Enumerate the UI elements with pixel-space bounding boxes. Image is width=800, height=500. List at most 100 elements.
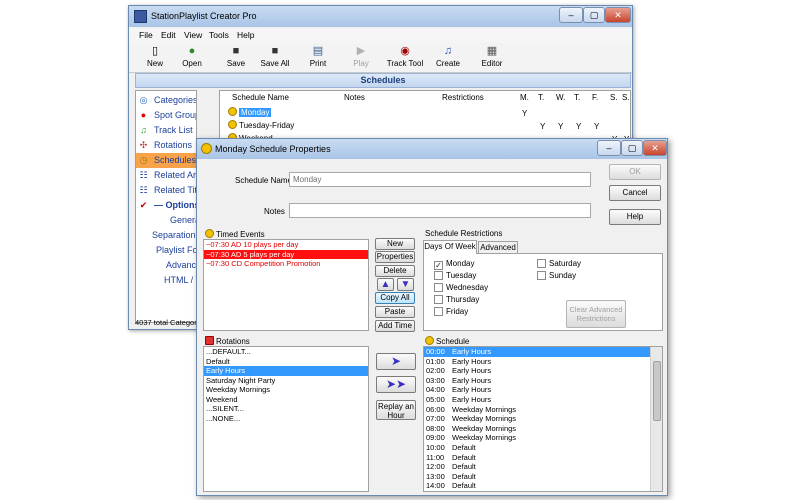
table-row[interactable]: Monday bbox=[228, 107, 272, 119]
new-button[interactable]: ▯ New bbox=[143, 45, 167, 68]
sidebar-item-html[interactable]: HTML / Web bbox=[136, 273, 196, 288]
menu-tools[interactable]: Tools bbox=[209, 30, 229, 40]
column-header-fri[interactable]: F. bbox=[592, 93, 598, 102]
move-up-button[interactable]: ▲ bbox=[377, 278, 394, 291]
column-header-sun[interactable]: S. bbox=[622, 93, 630, 102]
copy-all-button[interactable]: Copy All bbox=[375, 292, 415, 304]
list-item[interactable]: 07:00 Weekday Mornings bbox=[424, 414, 650, 424]
sidebar-item-playlist-format[interactable]: Playlist Format bbox=[136, 243, 196, 258]
column-header-mon[interactable]: M. bbox=[520, 93, 529, 102]
list-item[interactable]: ~07:30 AD 10 plays per day bbox=[204, 240, 368, 250]
schedule-list[interactable]: 00:00 Early Hours 01:00 Early Hours 02:00 E… bbox=[423, 346, 663, 492]
list-item[interactable]: 09:00 Weekday Mornings bbox=[424, 433, 650, 443]
sidebar-item-categories[interactable]: ◎ Categories bbox=[136, 93, 196, 108]
sidebar-item-separation[interactable]: Separation bbox=[136, 228, 196, 243]
list-item[interactable]: 12:00 Default bbox=[424, 462, 650, 472]
sunday-checkbox[interactable]: Sunday bbox=[537, 271, 576, 280]
list-item[interactable]: 14:00 Default bbox=[424, 481, 650, 491]
sidebar-item-related-artists[interactable]: ☷ Related Artists bbox=[136, 168, 196, 183]
timed-events-list[interactable]: ~07:30 AD 10 plays per day ~07:30 AD 5 p… bbox=[203, 239, 369, 331]
assign-rotation-button[interactable]: ➤ bbox=[376, 353, 416, 370]
tab-days-of-week[interactable]: Days Of Week bbox=[423, 240, 477, 254]
sidebar-item-general[interactable]: General bbox=[136, 213, 196, 228]
sidebar-item-advanced[interactable]: Advanced bbox=[136, 258, 196, 273]
list-item[interactable]: ...NONE... bbox=[204, 414, 368, 424]
help-button[interactable]: Help bbox=[609, 209, 661, 225]
list-item[interactable]: 02:00 Early Hours bbox=[424, 366, 650, 376]
delete-event-button[interactable]: Delete bbox=[375, 265, 415, 277]
cancel-button[interactable]: Cancel bbox=[609, 185, 661, 201]
list-item[interactable]: 06:00 Weekday Mornings bbox=[424, 405, 650, 415]
assign-all-button[interactable]: ➤➤ bbox=[376, 376, 416, 393]
sidebar-item-track-list[interactable]: ♫ Track List bbox=[136, 123, 196, 138]
list-item[interactable]: ~07:30 AD 5 plays per day bbox=[204, 249, 368, 259]
list-item[interactable]: 05:00 Early Hours bbox=[424, 395, 650, 405]
column-header-thu[interactable]: T. bbox=[574, 93, 580, 102]
sidebar-item-options[interactable]: ✔ — Options bbox=[136, 198, 196, 213]
list-item[interactable]: Weekday Mornings bbox=[204, 385, 368, 395]
open-button[interactable]: ● Open bbox=[179, 45, 205, 68]
friday-checkbox[interactable]: Friday bbox=[434, 307, 468, 316]
wednesday-checkbox[interactable]: Wednesday bbox=[434, 283, 488, 292]
list-item[interactable]: 11:00 Default bbox=[424, 453, 650, 463]
paste-button[interactable]: Paste bbox=[375, 306, 415, 318]
column-header-restrictions[interactable]: Restrictions bbox=[442, 93, 484, 102]
editor-button[interactable]: ▦ Editor bbox=[479, 45, 505, 68]
sidebar-item-related-titles[interactable]: ☷ Related Titles bbox=[136, 183, 196, 198]
main-title-bar[interactable]: StationPlaylist Creator Pro – ▢ ✕ bbox=[129, 6, 632, 27]
new-event-button[interactable]: New bbox=[375, 238, 415, 250]
replay-an-hour-button[interactable]: Replay an Hour bbox=[376, 400, 416, 420]
sidebar-item-rotations[interactable]: ✣ Rotations bbox=[136, 138, 196, 153]
track-tool-button[interactable]: ◉ Track Tool bbox=[385, 45, 425, 68]
column-header-wed[interactable]: W. bbox=[556, 93, 565, 102]
list-item[interactable]: Weekend bbox=[204, 395, 368, 405]
list-item[interactable]: 10:00 Default bbox=[424, 443, 650, 453]
schedule-name-input[interactable]: Monday bbox=[289, 172, 591, 187]
column-header-tue[interactable]: T. bbox=[538, 93, 544, 102]
list-item[interactable]: 00:00 Early Hours bbox=[424, 347, 650, 357]
rotations-list[interactable]: ...DEFAULT... Default Early Hours Saturd… bbox=[203, 346, 369, 492]
menu-file[interactable]: File bbox=[139, 30, 153, 40]
ok-button[interactable]: OK bbox=[609, 164, 661, 180]
thursday-checkbox[interactable]: Thursday bbox=[434, 295, 479, 304]
list-item[interactable]: Saturday Night Party bbox=[204, 376, 368, 386]
scrollbar-thumb[interactable] bbox=[653, 361, 661, 421]
dialog-title-bar[interactable]: Monday Schedule Properties – ▢ ✕ bbox=[197, 139, 667, 159]
dialog-maximize-button[interactable]: ▢ bbox=[621, 140, 643, 156]
list-item[interactable]: ...DEFAULT... bbox=[204, 347, 368, 357]
menu-edit[interactable]: Edit bbox=[161, 30, 176, 40]
notes-input[interactable] bbox=[289, 203, 591, 218]
clear-advanced-restrictions-button[interactable]: Clear Advanced Restrictions bbox=[566, 300, 626, 328]
menu-view[interactable]: View bbox=[184, 30, 202, 40]
sidebar-item-schedules[interactable]: ◷ Schedules bbox=[136, 153, 196, 168]
monday-checkbox[interactable]: ✓ Monday bbox=[434, 259, 474, 270]
list-item[interactable]: 01:00 Early Hours bbox=[424, 357, 650, 367]
dialog-minimize-button[interactable]: – bbox=[597, 140, 621, 156]
list-item[interactable]: 03:00 Early Hours bbox=[424, 376, 650, 386]
list-item[interactable]: 13:00 Default bbox=[424, 472, 650, 482]
tuesday-checkbox[interactable]: Tuesday bbox=[434, 271, 476, 280]
move-down-button[interactable]: ▼ bbox=[397, 278, 414, 291]
column-header-sat[interactable]: S. bbox=[610, 93, 618, 102]
add-time-button[interactable]: Add Time bbox=[375, 320, 415, 332]
list-item[interactable]: ~07:30 CD Competition Promotion bbox=[204, 259, 368, 269]
list-item[interactable]: Early Hours bbox=[204, 366, 368, 376]
schedule-scrollbar[interactable] bbox=[650, 347, 662, 491]
close-button[interactable]: ✕ bbox=[605, 7, 631, 23]
list-item[interactable]: 08:00 Weekday Mornings bbox=[424, 424, 650, 434]
sidebar-item-spot-groups[interactable]: ● Spot Groups bbox=[136, 108, 196, 123]
column-header-notes[interactable]: Notes bbox=[344, 93, 365, 102]
column-header-schedule-name[interactable]: Schedule Name bbox=[232, 93, 289, 102]
list-item[interactable]: Default bbox=[204, 357, 368, 367]
maximize-button[interactable]: ▢ bbox=[583, 7, 605, 23]
save-button[interactable]: ■ Save bbox=[223, 45, 249, 68]
play-button[interactable]: ▶ Play bbox=[349, 45, 373, 68]
list-item[interactable]: ...SILENT... bbox=[204, 404, 368, 414]
minimize-button[interactable]: – bbox=[559, 7, 583, 23]
create-button[interactable]: ♫ Create bbox=[434, 45, 462, 68]
saturday-checkbox[interactable]: Saturday bbox=[537, 259, 581, 268]
dialog-close-button[interactable]: ✕ bbox=[643, 140, 667, 156]
print-button[interactable]: ▤ Print bbox=[305, 45, 331, 68]
menu-help[interactable]: Help bbox=[237, 30, 254, 40]
list-item[interactable]: 04:00 Early Hours bbox=[424, 385, 650, 395]
